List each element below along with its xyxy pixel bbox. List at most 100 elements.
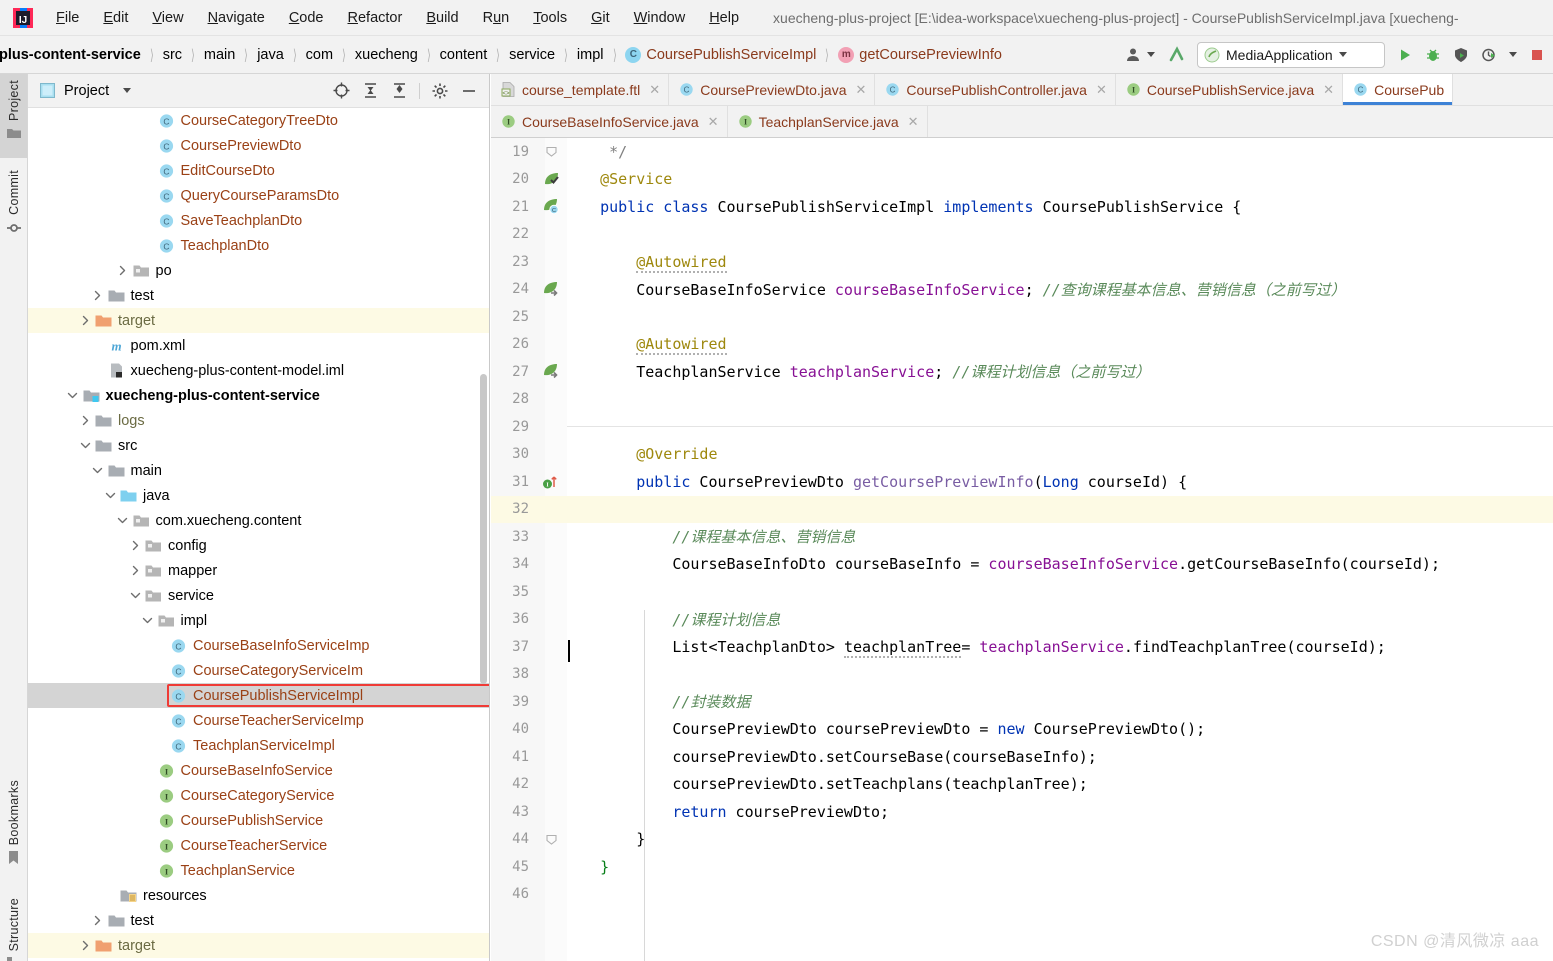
code-line[interactable]: 27 TeachplanService teachplanService; //… [491,358,1553,386]
tree-node[interactable]: service [28,583,489,608]
close-icon[interactable]: ✕ [908,114,919,130]
chevron-right-icon[interactable] [128,539,142,553]
chevron-down-icon[interactable] [78,439,92,453]
project-tree-scrollbar[interactable] [480,374,487,684]
code-line[interactable]: 32 [491,495,1553,523]
breadcrumb-item-method[interactable]: m getCoursePreviewInfo [835,45,1005,65]
close-icon[interactable]: ✕ [1323,82,1334,98]
code-line[interactable]: 37 List<TeachplanDto> teachplanTree= tea… [491,633,1553,661]
editor-tab[interactable]: C CoursePublishController.java ✕ [875,74,1116,105]
spring-bean-gutter-icon[interactable] [535,171,567,188]
code-line[interactable]: 43 return coursePreviewDto; [491,798,1553,826]
run-icon[interactable] [1391,42,1419,68]
menu-edit[interactable]: Edit [91,7,140,29]
tree-node[interactable]: config [28,533,489,558]
code-line[interactable]: 41 coursePreviewDto.setCourseBase(course… [491,743,1553,771]
code-line[interactable]: 28 [491,386,1553,414]
project-panel-chevron-down-icon[interactable] [123,88,132,93]
editor-tab[interactable]: C CoursePub [1343,74,1454,105]
editor-tab[interactable]: I CourseBaseInfoService.java ✕ [491,106,728,137]
collapse-all-icon[interactable] [385,78,413,104]
code-content[interactable]: 19 */20 @Service 21 C public class CourseP… [491,138,1553,961]
chevron-right-icon[interactable] [91,289,105,303]
close-icon[interactable]: ✕ [856,82,867,98]
breadcrumb-item-content[interactable]: content [437,45,491,65]
debug-icon[interactable] [1419,42,1447,68]
chevron-right-icon[interactable] [78,414,92,428]
tree-node[interactable]: C QueryCourseParamsDto [28,183,489,208]
editor-tab[interactable]: <> course_template.ftl ✕ [491,74,670,105]
tree-node[interactable]: test [28,283,489,308]
menu-run[interactable]: Run [471,7,522,29]
spring-component-gutter-icon[interactable]: C [535,198,567,215]
menu-window[interactable]: Window [622,7,698,29]
updates-arrow-icon[interactable] [1163,42,1191,68]
sidebar-item-structure[interactable]: Structure [0,892,27,961]
chevron-down-icon[interactable] [103,489,117,503]
run-configuration-selector[interactable]: MediaApplication [1197,41,1385,68]
menu-tools[interactable]: Tools [521,7,579,29]
menu-git[interactable]: Git [579,7,622,29]
code-line[interactable]: 34 CourseBaseInfoDto courseBaseInfo = co… [491,551,1553,579]
tree-node[interactable]: src [28,433,489,458]
avatar-chevron-down-icon[interactable] [1147,52,1155,57]
select-opened-file-icon[interactable] [327,78,355,104]
tree-node[interactable]: test [28,908,489,933]
code-line[interactable]: 22 [491,221,1553,249]
close-icon[interactable]: ✕ [649,82,660,98]
breadcrumb-item-xuecheng[interactable]: xuecheng [352,45,421,65]
breadcrumb-item-java[interactable]: java [254,45,287,65]
code-line[interactable]: 25 [491,303,1553,331]
code-line[interactable]: 36 //课程计划信息 [491,606,1553,634]
tree-node[interactable]: m pom.xml [28,333,489,358]
tree-node[interactable]: target [28,933,489,958]
code-fold-end-icon[interactable] [535,146,567,157]
breadcrumb-item-com[interactable]: com [303,45,336,65]
spring-autowired-gutter-icon[interactable] [535,363,567,380]
tree-node[interactable]: I CourseCategoryService [28,783,489,808]
menu-navigate[interactable]: Navigate [196,7,277,29]
menu-code[interactable]: Code [277,7,336,29]
code-line[interactable]: 21 C public class CoursePublishServiceImp… [491,193,1553,221]
tree-node[interactable]: I CourseTeacherService [28,833,489,858]
chevron-down-icon[interactable] [66,389,80,403]
run-config-chevron-down-icon[interactable] [1338,52,1347,57]
code-line[interactable]: 30 @Override [491,441,1553,469]
code-line[interactable]: 20 @Service [491,166,1553,194]
tree-node[interactable]: xuecheng-plus-content-model.iml [28,358,489,383]
chevron-right-icon[interactable] [91,914,105,928]
hide-panel-icon[interactable] [455,78,483,104]
breadcrumb-item-src[interactable]: src [160,45,185,65]
implementing-method-gutter-icon[interactable]: I [535,473,567,490]
tree-node[interactable]: C EditCourseDto [28,158,489,183]
code-line[interactable]: 26 @Autowired [491,331,1553,359]
expand-all-icon[interactable] [356,78,384,104]
code-line[interactable]: 40 CoursePreviewDto coursePreviewDto = n… [491,716,1553,744]
close-icon[interactable]: ✕ [1096,82,1107,98]
tree-node[interactable]: impl [28,608,489,633]
code-line[interactable]: 35 [491,578,1553,606]
code-line[interactable]: 46 [491,881,1553,909]
menu-help[interactable]: Help [697,7,751,29]
code-line[interactable]: 45 } [491,853,1553,881]
tree-node[interactable]: C CoursePublishServiceImpl [28,683,489,708]
breadcrumb-item-impl[interactable]: impl [574,45,607,65]
tree-node[interactable]: C CourseTeacherServiceImp [28,708,489,733]
profiler-chevron-down-icon[interactable] [1509,52,1517,57]
code-line[interactable]: 23 @Autowired [491,248,1553,276]
stop-icon[interactable] [1523,42,1551,68]
tree-node[interactable]: po [28,258,489,283]
breadcrumb-item-class[interactable]: C CoursePublishServiceImpl [622,45,819,65]
tree-node[interactable]: target [28,308,489,333]
gear-icon[interactable] [426,78,454,104]
code-line[interactable]: 44 } [491,826,1553,854]
sidebar-item-bookmarks[interactable]: Bookmarks [0,774,27,884]
breadcrumb-item-module[interactable]: plus-content-service [0,45,144,65]
tree-node[interactable]: I TeachplanService [28,858,489,883]
sidebar-item-project[interactable]: Project [0,74,27,158]
breadcrumb-item-service[interactable]: service [506,45,558,65]
tree-node[interactable]: I CourseBaseInfoService [28,758,489,783]
menu-build[interactable]: Build [414,7,470,29]
tree-node[interactable]: C CourseCategoryServiceIm [28,658,489,683]
tree-node[interactable]: logs [28,408,489,433]
